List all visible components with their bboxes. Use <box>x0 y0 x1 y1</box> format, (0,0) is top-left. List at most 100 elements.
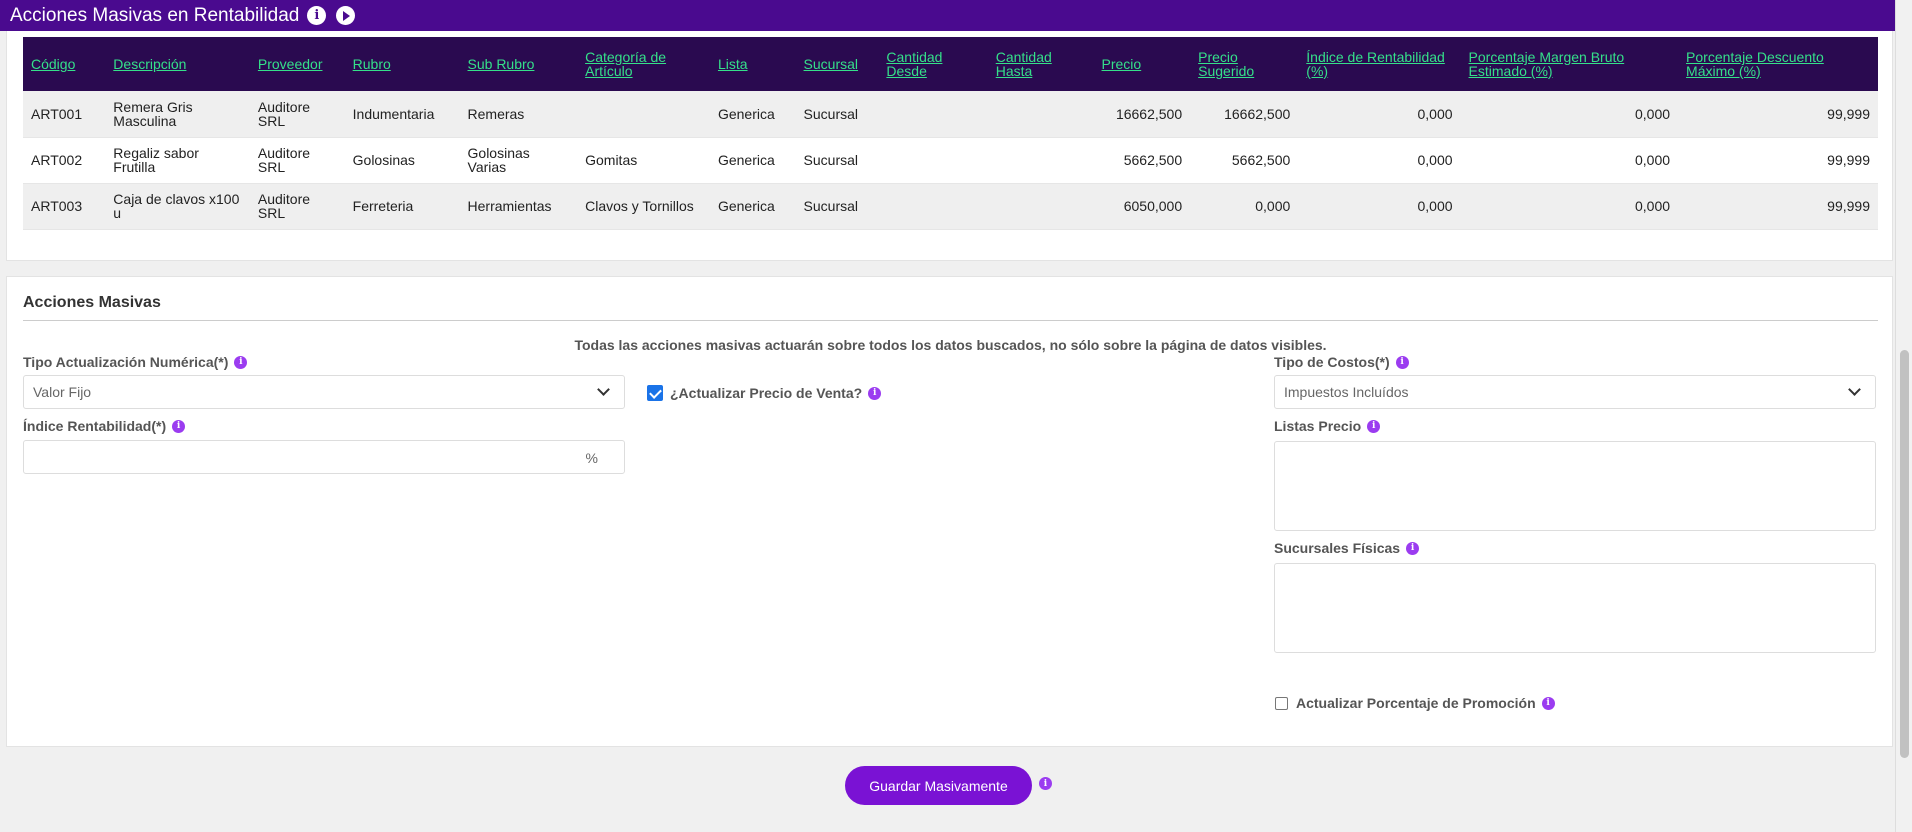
info-icon[interactable]: i <box>307 6 327 25</box>
cell-descuento: 99,999 <box>1678 183 1878 230</box>
col-header[interactable]: Precio Sugerido <box>1190 37 1298 91</box>
percent-suffix: % <box>585 450 598 466</box>
cell-categoria: Gomitas <box>577 137 710 184</box>
info-icon[interactable]: i <box>1406 541 1420 555</box>
cell-codigo: ART001 <box>23 91 106 138</box>
tipo-actualizacion-select[interactable]: Valor Fijo <box>23 375 625 409</box>
info-icon[interactable]: i <box>172 419 186 433</box>
indice-rentabilidad-label: Índice Rentabilidad(*) i <box>23 418 186 434</box>
cell-sucursal: Sucursal <box>795 91 879 138</box>
bulk-notice: Todas las acciones masivas actuarán sobr… <box>574 337 1327 353</box>
actualizar-precio-checkbox[interactable] <box>647 385 663 401</box>
col-header[interactable]: Cantidad Hasta <box>988 37 1094 91</box>
col-header[interactable]: Sub Rubro <box>460 37 578 91</box>
info-icon[interactable]: i <box>234 355 248 369</box>
tipo-costos-select[interactable]: Impuestos Incluídos <box>1274 375 1876 409</box>
cell-precio-sugerido: 0,000 <box>1190 183 1299 230</box>
info-icon[interactable]: i <box>1367 419 1381 433</box>
col-header[interactable]: Precio <box>1094 37 1191 91</box>
section-divider <box>23 320 1878 321</box>
cell-precio: 6050,000 <box>1093 183 1191 230</box>
cell-margen: 0,000 <box>1460 91 1679 138</box>
actualizar-precio-label-text: ¿Actualizar Precio de Venta? <box>670 385 863 401</box>
chevron-down-icon <box>597 383 610 396</box>
cell-cantidad-desde <box>878 91 988 138</box>
cell-rubro: Golosinas <box>344 137 460 184</box>
page-header: Acciones Masivas en Rentabilidad i <box>0 0 1895 31</box>
info-icon[interactable]: i <box>1395 355 1409 369</box>
section-title: Acciones Masivas <box>23 294 161 311</box>
cell-proveedor: Auditore SRL <box>249 137 345 184</box>
page-scrollbar[interactable] <box>1895 0 1912 832</box>
results-panel: Código Descripción Proveedor Rubro Sub R… <box>6 31 1893 261</box>
cell-cantidad-desde <box>878 137 988 184</box>
cell-subrubro: Remeras <box>459 91 578 138</box>
col-header[interactable]: Lista <box>710 37 796 91</box>
col-header[interactable]: Categoría de Artículo <box>577 37 710 91</box>
sucursales-label: Sucursales Físicas i <box>1274 540 1420 556</box>
info-icon[interactable]: i <box>1039 777 1052 790</box>
cell-cantidad-hasta <box>987 183 1094 230</box>
cell-precio-sugerido: 5662,500 <box>1190 137 1299 184</box>
cell-codigo: ART002 <box>23 137 106 184</box>
cell-categoria: Clavos y Tornillos <box>577 183 710 230</box>
col-header[interactable]: Sucursal <box>796 37 879 91</box>
col-header[interactable]: Índice de Rentabilidad (%) <box>1298 37 1460 91</box>
indice-rentabilidad-label-text: Índice Rentabilidad(*) <box>23 418 167 434</box>
promocion-checkbox[interactable] <box>1275 697 1288 710</box>
tipo-actualizacion-label: Tipo Actualización Numérica(*) i <box>23 354 248 370</box>
cell-lista: Generica <box>709 137 796 184</box>
col-header[interactable]: Descripción <box>105 37 250 91</box>
cell-categoria <box>577 91 710 138</box>
cell-cantidad-desde <box>878 183 988 230</box>
table-row[interactable]: ART002 Regaliz sabor Frutilla Auditore S… <box>23 137 1878 184</box>
col-header[interactable]: Rubro <box>345 37 460 91</box>
cell-subrubro: Herramientas <box>459 183 578 230</box>
cell-codigo: ART003 <box>23 183 106 230</box>
tipo-costos-label: Tipo de Costos(*) i <box>1274 354 1409 370</box>
cell-margen: 0,000 <box>1460 183 1679 230</box>
col-header[interactable]: Proveedor <box>250 37 345 91</box>
cell-indice: 0,000 <box>1298 91 1461 138</box>
info-icon[interactable]: i <box>868 386 882 400</box>
chevron-down-icon <box>1848 383 1861 396</box>
scrollbar-thumb[interactable] <box>1900 350 1909 758</box>
info-icon[interactable]: i <box>1541 696 1555 710</box>
cell-margen: 0,000 <box>1460 137 1679 184</box>
save-bulk-button[interactable]: Guardar Masivamente <box>845 766 1032 805</box>
tipo-costos-value: Impuestos Incluídos <box>1284 384 1409 400</box>
table-row[interactable]: ART001 Remera Gris Masculina Auditore SR… <box>23 91 1878 138</box>
cell-rubro: Ferreteria <box>344 183 460 230</box>
cell-proveedor: Auditore SRL <box>249 91 345 138</box>
cell-cantidad-hasta <box>987 137 1094 184</box>
col-header[interactable]: Porcentaje Descuento Máximo (%) <box>1678 37 1878 91</box>
sucursales-multiselect[interactable] <box>1274 563 1876 653</box>
tipo-actualizacion-value: Valor Fijo <box>33 384 92 400</box>
table-row[interactable]: ART003 Caja de clavos x100 u Auditore SR… <box>23 183 1878 230</box>
listas-precio-label: Listas Precio i <box>1274 418 1381 434</box>
indice-rentabilidad-input[interactable]: % <box>23 440 625 474</box>
tipo-actualizacion-label-text: Tipo Actualización Numérica(*) <box>23 354 229 370</box>
cell-lista: Generica <box>709 91 796 138</box>
tipo-costos-label-text: Tipo de Costos(*) <box>1274 354 1390 370</box>
actualizar-precio-label: ¿Actualizar Precio de Venta? i <box>670 385 882 401</box>
listas-precio-multiselect[interactable] <box>1274 441 1876 531</box>
col-header[interactable]: Porcentaje Margen Bruto Estimado (%) <box>1461 37 1679 91</box>
col-header[interactable]: Cantidad Desde <box>878 37 987 91</box>
promocion-label: Actualizar Porcentaje de Promoción i <box>1296 695 1555 711</box>
cell-precio-sugerido: 16662,500 <box>1190 91 1299 138</box>
bulk-actions-panel: Acciones Masivas Todas las acciones masi… <box>6 276 1893 747</box>
col-header[interactable]: Código <box>23 37 105 91</box>
cell-descripcion: Caja de clavos x100 u <box>105 183 250 230</box>
promocion-label-text: Actualizar Porcentaje de Promoción <box>1296 695 1536 711</box>
listas-precio-label-text: Listas Precio <box>1274 418 1362 434</box>
play-icon[interactable] <box>336 6 356 25</box>
cell-descuento: 99,999 <box>1678 91 1878 138</box>
table-header-row: Código Descripción Proveedor Rubro Sub R… <box>23 37 1878 91</box>
cell-precio: 5662,500 <box>1093 137 1191 184</box>
cell-sucursal: Sucursal <box>795 183 879 230</box>
cell-descripcion: Regaliz sabor Frutilla <box>105 137 250 184</box>
cell-indice: 0,000 <box>1298 137 1461 184</box>
cell-subrubro: Golosinas Varias <box>459 137 578 184</box>
cell-indice: 0,000 <box>1298 183 1461 230</box>
